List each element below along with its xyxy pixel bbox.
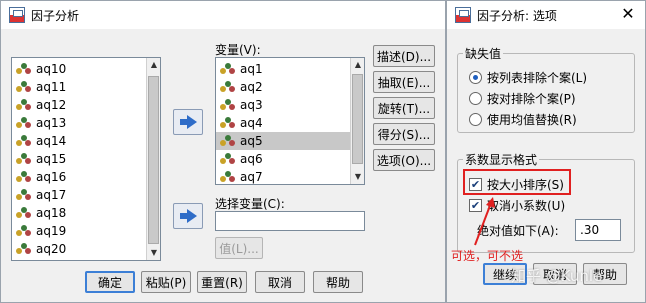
- scale-variable-icon: [220, 152, 236, 166]
- radio-icon: [469, 92, 482, 105]
- spss-app-icon: [455, 7, 471, 23]
- list-item[interactable]: aq2: [216, 78, 364, 96]
- scroll-down-icon[interactable]: ▼: [147, 246, 160, 260]
- missing-values-group-title: 缺失值: [463, 45, 504, 62]
- list-item[interactable]: aq3: [216, 96, 364, 114]
- list-item[interactable]: aq17: [12, 186, 160, 204]
- variables-label: 变量(V):: [215, 43, 261, 57]
- list-item[interactable]: aq11: [12, 78, 160, 96]
- scroll-up-icon[interactable]: ▲: [351, 58, 364, 72]
- exclude-pairwise-radio[interactable]: 按对排除个案(P): [469, 90, 576, 107]
- source-variable-list[interactable]: aq10 aq11 aq12 aq13 aq14 aq15 aq16 aq17 aq18 aq19…: [11, 57, 161, 261]
- list-item[interactable]: aq20: [12, 240, 160, 258]
- help-button[interactable]: 帮助: [313, 271, 363, 293]
- highlight-box: [463, 169, 571, 195]
- scale-variable-icon: [220, 80, 236, 94]
- radio-selected-icon: [469, 71, 482, 84]
- scale-variable-icon: [16, 206, 32, 220]
- options-button[interactable]: 选项(O)...: [373, 149, 435, 171]
- radio-icon: [469, 113, 482, 126]
- scroll-up-icon[interactable]: ▲: [147, 58, 160, 72]
- scale-variable-icon: [16, 80, 32, 94]
- list-item[interactable]: aq14: [12, 132, 160, 150]
- list-item[interactable]: aq19: [12, 222, 160, 240]
- scale-variable-icon: [16, 152, 32, 166]
- scale-variable-icon: [16, 62, 32, 76]
- move-to-selection-button[interactable]: [173, 203, 203, 229]
- options-titlebar: 因子分析: 选项 ✕: [447, 1, 645, 29]
- list-item[interactable]: aq7: [216, 168, 364, 184]
- paste-button[interactable]: 粘贴(P): [141, 271, 191, 293]
- list-item[interactable]: aq1: [216, 60, 364, 78]
- options-dialog-title: 因子分析: 选项: [477, 8, 557, 23]
- descriptives-button[interactable]: 描述(D)...: [373, 45, 435, 67]
- factor-analysis-dialog: 因子分析 aq10 aq11 aq12 aq13 aq14 aq15 aq16 aq17 aq1…: [0, 0, 446, 303]
- dialog-title: 因子分析: [31, 8, 80, 23]
- variables-list-scrollbar[interactable]: ▲ ▼: [350, 58, 364, 184]
- variables-list[interactable]: aq1 aq2 aq3 aq4 aq5 aq6 aq7 ▲ ▼: [215, 57, 365, 185]
- value-button[interactable]: 值(L)...: [215, 237, 263, 259]
- scale-variable-icon: [16, 188, 32, 202]
- right-arrow-icon: [179, 213, 187, 219]
- scale-variable-icon: [220, 116, 236, 130]
- factor-analysis-titlebar: 因子分析: [1, 1, 445, 29]
- scale-variable-icon: [16, 98, 32, 112]
- spss-app-icon: [9, 7, 25, 23]
- scale-variable-icon: [16, 134, 32, 148]
- move-to-variables-button[interactable]: [173, 109, 203, 135]
- cancel-button[interactable]: 取消: [255, 271, 305, 293]
- right-arrow-icon: [179, 119, 187, 125]
- scale-variable-icon: [16, 242, 32, 256]
- scale-variable-icon: [220, 134, 236, 148]
- annotation-arrow-icon: [474, 197, 495, 246]
- scroll-thumb[interactable]: [148, 76, 159, 244]
- scale-variable-icon: [220, 170, 236, 184]
- list-item[interactable]: aq12: [12, 96, 160, 114]
- options-dialog: 因子分析: 选项 ✕ 缺失值 按列表排除个案(L) 按对排除个案(P) 使用均值…: [446, 0, 646, 303]
- absolute-value-field[interactable]: .30: [575, 219, 621, 241]
- close-icon[interactable]: ✕: [619, 5, 637, 23]
- list-item[interactable]: aq13: [12, 114, 160, 132]
- list-item[interactable]: aq18: [12, 204, 160, 222]
- replace-with-mean-radio[interactable]: 使用均值替换(R): [469, 111, 577, 128]
- list-item[interactable]: aq15: [12, 150, 160, 168]
- ok-button[interactable]: 确定: [85, 271, 135, 293]
- list-item[interactable]: aq16: [12, 168, 160, 186]
- source-list-scrollbar[interactable]: ▲ ▼: [146, 58, 160, 260]
- scale-variable-icon: [16, 116, 32, 130]
- scores-button[interactable]: 得分(S)...: [373, 123, 435, 145]
- list-item[interactable]: aq4: [216, 114, 364, 132]
- scroll-down-icon[interactable]: ▼: [351, 170, 364, 184]
- selection-variable-field[interactable]: [215, 211, 365, 231]
- exclude-listwise-radio[interactable]: 按列表排除个案(L): [469, 69, 587, 86]
- scroll-thumb[interactable]: [352, 74, 363, 164]
- extraction-button[interactable]: 抽取(E)...: [373, 71, 435, 93]
- annotation-note: 可选，可不选: [451, 249, 524, 263]
- list-item[interactable]: aq5: [216, 132, 364, 150]
- list-item[interactable]: aq10: [12, 60, 160, 78]
- coefficient-format-group-title: 系数显示格式: [463, 151, 540, 168]
- selection-variable-label: 选择变量(C):: [215, 197, 285, 211]
- reset-button[interactable]: 重置(R): [197, 271, 247, 293]
- rotation-button[interactable]: 旋转(T)...: [373, 97, 435, 119]
- scale-variable-icon: [220, 62, 236, 76]
- watermark: 知乎 @Kunle: [511, 267, 603, 285]
- list-item[interactable]: aq6: [216, 150, 364, 168]
- scale-variable-icon: [16, 170, 32, 184]
- scale-variable-icon: [220, 98, 236, 112]
- scale-variable-icon: [16, 224, 32, 238]
